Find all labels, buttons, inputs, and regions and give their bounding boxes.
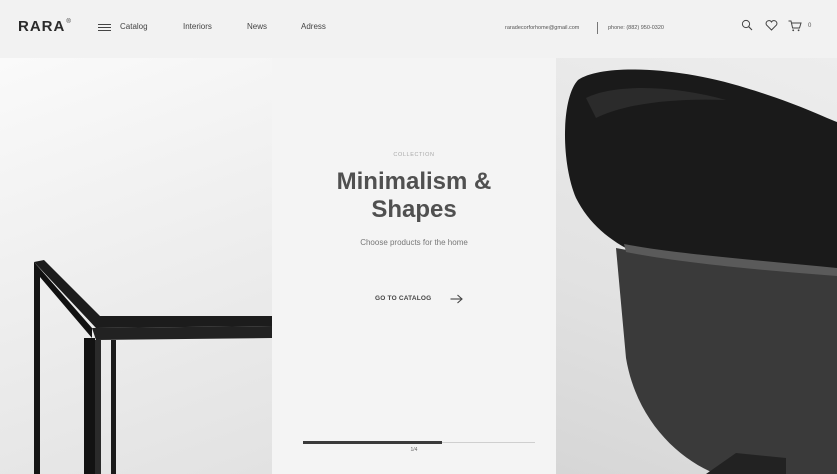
hero-subtitle: Choose products for the home bbox=[360, 238, 468, 247]
heart-icon[interactable] bbox=[765, 20, 778, 31]
nav-adress[interactable]: Adress bbox=[301, 22, 326, 31]
cart-count: 0 bbox=[808, 23, 812, 29]
search-icon[interactable] bbox=[741, 19, 753, 31]
cart-icon[interactable] bbox=[788, 20, 802, 32]
email-link[interactable]: raradecorforhome@gmail.com bbox=[505, 25, 579, 31]
nav-news[interactable]: News bbox=[247, 22, 267, 31]
logo-registered-mark: ® bbox=[66, 19, 72, 25]
phone-link[interactable]: phone: (882) 950-0320 bbox=[608, 25, 664, 31]
logo[interactable]: RARA® bbox=[18, 18, 72, 35]
arrow-right-icon[interactable] bbox=[450, 294, 463, 304]
site-header: RARA® Catalog Interiors News Adress rara… bbox=[0, 0, 837, 58]
nav-catalog[interactable]: Catalog bbox=[120, 22, 148, 31]
slider-progress-fill bbox=[303, 441, 443, 444]
hero-content: COLLECTION Minimalism & Shapes Choose pr… bbox=[272, 58, 556, 474]
hero-title-line-2: Shapes bbox=[371, 196, 457, 223]
table-photo bbox=[0, 58, 272, 474]
chair-image bbox=[564, 69, 837, 474]
go-to-catalog-link[interactable]: GO TO CATALOG bbox=[375, 295, 431, 302]
nav-interiors[interactable]: Interiors bbox=[183, 22, 212, 31]
slide-counter: 1/4 bbox=[410, 447, 418, 453]
menu-icon[interactable] bbox=[98, 24, 111, 31]
collection-label: COLLECTION bbox=[393, 152, 435, 158]
hero-title-line-1: Minimalism & bbox=[336, 168, 492, 195]
hero-title: Minimalism & Shapes bbox=[272, 168, 556, 224]
table-image bbox=[34, 260, 272, 474]
contact-divider bbox=[597, 22, 598, 34]
slider-progress[interactable] bbox=[303, 441, 535, 444]
chair-photo bbox=[556, 58, 837, 474]
logo-text: RARA bbox=[18, 18, 66, 35]
